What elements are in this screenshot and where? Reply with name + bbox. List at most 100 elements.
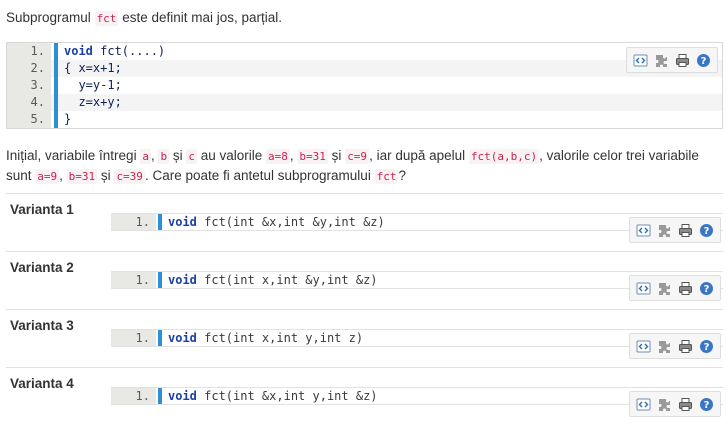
option-code-1: 1. void fct(int &x,int &y,int &z) ? [111,213,723,243]
option-code-2: 1. void fct(int x,int &y,int &z) ? [111,271,723,301]
question-part: și [327,148,346,163]
view-source-icon[interactable] [636,339,651,354]
gutter-bar [54,111,58,128]
help-icon[interactable]: ? [699,397,714,412]
code-block: 1. void fct(....) 2. { x=x+1; 3. y=y-1; … [6,42,723,129]
help-icon[interactable]: ? [699,281,714,296]
view-source-icon[interactable] [636,223,651,238]
inline-code-b31b: b=31 [66,169,98,184]
inline-code-fct: fct [374,169,399,184]
option-label: Varianta 2 [10,260,74,275]
option-code-4: 1. void fct(int &x,int y,int &z) ? [111,387,723,417]
copy-icon[interactable] [657,281,672,296]
keyword: void [168,215,197,229]
line-number: 1. [111,272,156,288]
code-rest: fct(int x,int &y,int &z) [196,273,378,287]
inline-code-c9: c=9 [345,149,370,164]
line-number: 4. [7,94,51,111]
option-code-3: 1. void fct(int x,int y,int z) ? [111,329,723,359]
help-icon[interactable]: ? [696,53,711,68]
code-toolbar: ? [629,275,721,301]
code-line: 2. { x=x+1; [7,60,722,77]
gutter-bar [158,272,162,288]
code-text: void fct(int x,int &y,int &z) [168,272,378,289]
code-text: void fct(int &x,int &y,int &z) [168,214,385,231]
print-icon[interactable] [678,281,693,296]
copy-icon[interactable] [657,223,672,238]
question-part: și [169,148,187,163]
code-rest: fct(int &x,int y,int &z) [196,389,378,403]
svg-text:?: ? [704,342,710,353]
view-source-icon[interactable] [636,281,651,296]
code-rest: fct(int x,int y,int z) [196,331,364,345]
question-part: , [59,168,67,183]
inline-code-call: fct(a,b,c) [468,149,540,164]
print-icon[interactable] [678,397,693,412]
gutter-bar [158,214,162,230]
copy-icon[interactable] [657,397,672,412]
question-part: au valorile [196,148,267,163]
intro-text: Subprogramul fct este definit mai jos, p… [6,9,282,28]
keyword: void [168,389,197,403]
inline-code-b: b [158,149,170,164]
line-number: 2. [7,60,51,77]
code-toolbar: ? [629,391,721,417]
divider [6,367,723,368]
keyword: void [64,44,93,58]
code-text: void fct(....) [64,43,165,60]
gutter-bar [54,60,58,77]
line-number: 1. [111,330,156,346]
code-line: 5. } [7,111,722,128]
code-text: void fct(int &x,int y,int &z) [168,388,378,405]
code-text: { x=x+1; [64,61,122,75]
question-part: și [97,168,115,183]
inline-code-fct: fct [94,11,119,26]
inline-code-a: a [140,149,151,164]
code-line: 1. void fct(....) [7,43,722,60]
option-label: Varianta 3 [10,318,74,333]
gutter-bar [54,43,58,60]
svg-text:?: ? [704,226,710,237]
copy-icon[interactable] [654,53,669,68]
code-rest: fct(int &x,int &y,int &z) [196,215,385,229]
option-label: Varianta 4 [10,376,74,391]
line-number: 1. [111,388,156,404]
help-icon[interactable]: ? [699,223,714,238]
divider [6,251,723,252]
inline-code-c: c [186,149,197,164]
intro-after: este definit mai jos, parțial. [118,10,283,25]
gutter-bar [158,388,162,404]
code-toolbar: ? [629,217,721,243]
print-icon[interactable] [678,339,693,354]
print-icon[interactable] [675,53,690,68]
code-toolbar: ? [626,47,718,73]
question-text: Inițial, variabile întregi a, b și c au … [6,146,721,186]
view-source-icon[interactable] [633,53,648,68]
svg-text:?: ? [701,56,707,67]
line-number: 5. [7,111,51,128]
copy-icon[interactable] [657,339,672,354]
inline-code-b31: b=31 [297,149,328,164]
code-toolbar: ? [629,333,721,359]
code-text: y=y-1; [64,78,122,92]
help-icon[interactable]: ? [699,339,714,354]
divider [6,309,723,310]
svg-text:?: ? [704,400,710,411]
view-source-icon[interactable] [636,397,651,412]
gutter-bar [54,77,58,94]
print-icon[interactable] [678,223,693,238]
inline-code-c39: c=39 [114,169,145,184]
code-line: 3. y=y-1; [7,77,722,94]
option-label: Varianta 1 [10,202,74,217]
question-part: ? [398,168,406,183]
code-text: } [64,112,72,126]
gutter-bar [158,330,162,346]
question-part: , iar după apelul [369,148,469,163]
gutter-bar [54,94,58,111]
code-line: 4. z=x+y; [7,94,722,111]
question-part: Inițial, variabile întregi [6,148,141,163]
inline-code-a9: a=9 [35,169,60,184]
code-rest: fct(....) [92,44,166,58]
svg-text:?: ? [704,284,710,295]
inline-code-a8: a=8 [266,149,290,164]
